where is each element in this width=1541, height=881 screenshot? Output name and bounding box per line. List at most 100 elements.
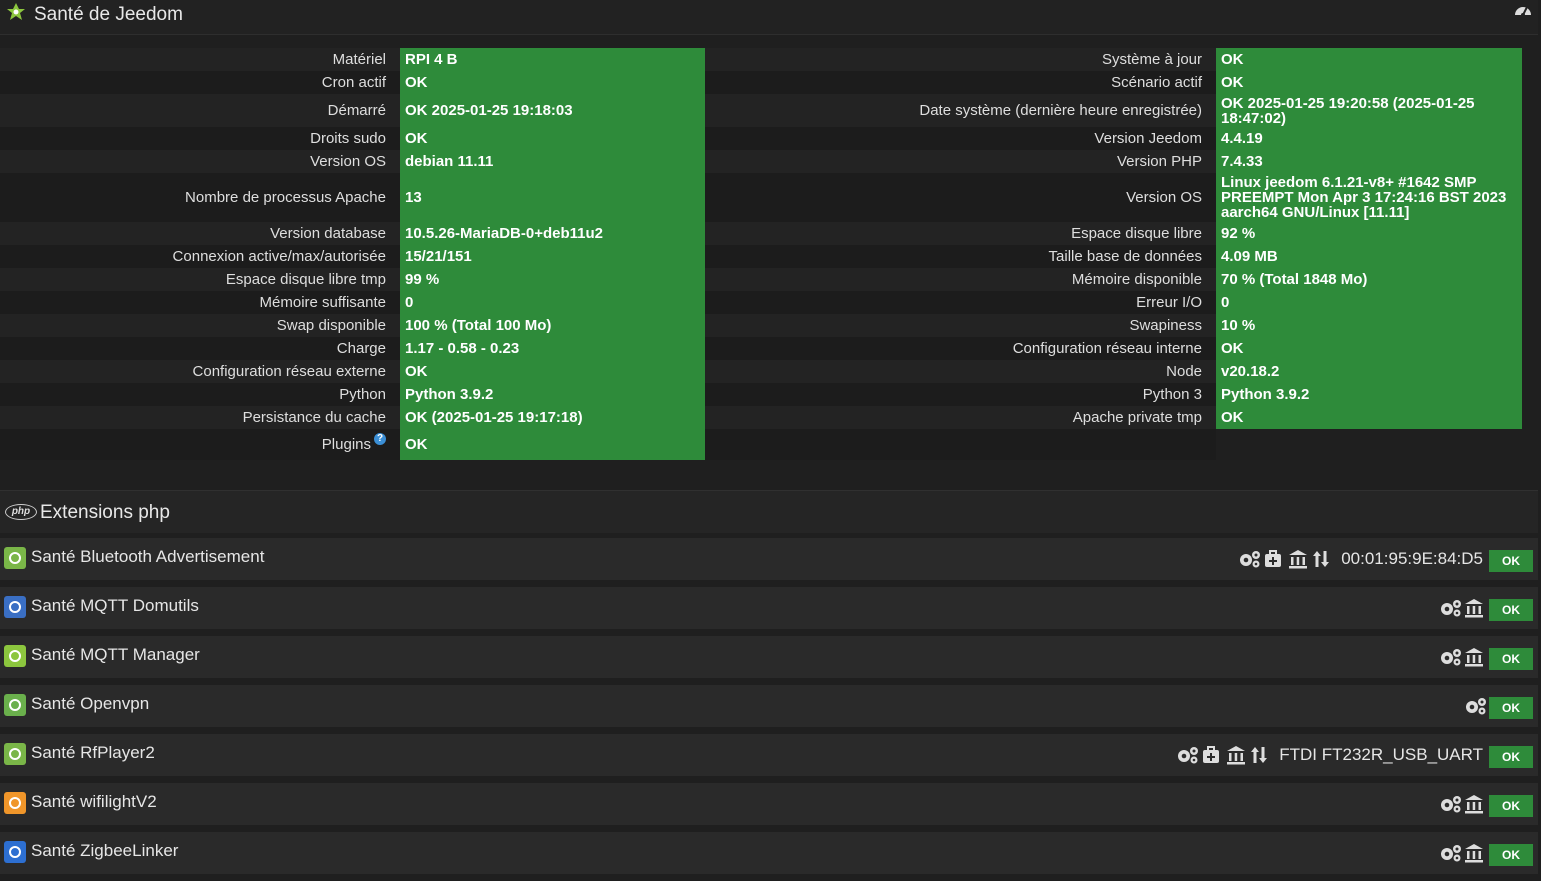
health-label: Espace disque libre tmp [0, 268, 400, 291]
health-value-text: 0 [1221, 294, 1230, 311]
health-label: Node [705, 360, 1216, 383]
health-value: debian 11.11 [400, 150, 705, 173]
plugin-name[interactable]: Santé RfPlayer2 [31, 743, 155, 763]
plugin-name[interactable]: Santé Bluetooth Advertisement [31, 547, 264, 567]
health-label: Taille base de données [705, 245, 1216, 268]
bank-icon[interactable] [1464, 843, 1486, 863]
health-value-text: 70 % (Total 1848 Mo) [1221, 271, 1368, 288]
health-value-text: Python 3.9.2 [405, 386, 494, 403]
health-label: Mémoire suffisante [0, 291, 400, 314]
plugin-row: Santé Openvpn OK [0, 685, 1538, 727]
status-badge: OK [1489, 697, 1533, 719]
health-label-text: Version PHP [1116, 153, 1202, 170]
health-value: OK [400, 429, 705, 460]
health-label-text: Configuration réseau externe [192, 363, 386, 380]
health-value: 0 [400, 291, 705, 314]
cogs-icon[interactable] [1464, 696, 1486, 716]
health-label-text: Python 3 [1142, 386, 1202, 403]
health-label: Droits sudo [0, 127, 400, 150]
plugin-name[interactable]: Santé MQTT Domutils [31, 596, 199, 616]
cogs-icon[interactable] [1439, 647, 1461, 667]
php-extensions-header: php Extensions php [0, 490, 1538, 533]
health-label: Version OS [0, 150, 400, 173]
php-logo-icon: php [5, 504, 37, 520]
health-label: Version database [0, 222, 400, 245]
health-value-text: debian 11.11 [405, 153, 494, 170]
health-label: Nombre de processus Apache [0, 173, 400, 222]
plugin-logo-icon [4, 547, 26, 569]
cogs-icon[interactable] [1439, 598, 1461, 618]
health-value: OK [400, 71, 705, 94]
health-label: Mémoire disponible [705, 268, 1216, 291]
health-value: Python 3.9.2 [1216, 383, 1522, 406]
health-label: Espace disque libre [705, 222, 1216, 245]
health-value: OK 2025-01-25 19:18:03 [400, 94, 705, 127]
health-label: Cron actif [0, 71, 400, 94]
health-value-text: OK 2025-01-25 19:20:58 (2025-01-25 18:47… [1221, 94, 1475, 127]
health-value-text: 10 % [1221, 317, 1256, 334]
health-label: Swapiness [705, 314, 1216, 337]
health-label: Swap disponible [0, 314, 400, 337]
arrows-updown-icon[interactable] [1251, 745, 1273, 765]
plugin-logo-icon [4, 645, 26, 667]
dashboard-gauge-icon[interactable] [1513, 1, 1533, 19]
health-value-text: OK [405, 436, 428, 453]
health-label: Python [0, 383, 400, 406]
health-header: Santé de Jeedom [0, 0, 1538, 35]
health-value: 15/21/151 [400, 245, 705, 268]
bank-icon[interactable] [1464, 647, 1486, 667]
bank-icon[interactable] [1464, 598, 1486, 618]
health-value: 10 % [1216, 314, 1522, 337]
plugin-status-area: 00:01:95:9E:84:D5 OK [1238, 546, 1533, 572]
plugin-name[interactable]: Santé wifilightV2 [31, 792, 157, 812]
plugin-name[interactable]: Santé ZigbeeLinker [31, 841, 178, 861]
cogs-icon[interactable] [1439, 843, 1461, 863]
plugin-name[interactable]: Santé Openvpn [31, 694, 149, 714]
health-label-text: Scénario actif [1111, 74, 1202, 91]
health-label: Connexion active/max/autorisée [0, 245, 400, 268]
health-value-text: 4.4.19 [1221, 130, 1263, 147]
medkit-icon[interactable] [1201, 745, 1223, 765]
bank-icon[interactable] [1464, 794, 1486, 814]
health-value-text: OK [1221, 51, 1244, 68]
medkit-icon[interactable] [1263, 549, 1285, 569]
health-value [1216, 429, 1522, 460]
health-label-text: Version database [270, 225, 386, 242]
cogs-icon[interactable] [1439, 794, 1461, 814]
cogs-icon[interactable] [1238, 549, 1261, 569]
health-value: Python 3.9.2 [400, 383, 705, 406]
health-label: Plugins? [0, 429, 400, 460]
health-value-text: 92 % [1221, 225, 1256, 242]
health-label-text: Démarré [327, 102, 386, 119]
health-value-text: OK 2025-01-25 19:18:03 [405, 102, 573, 119]
bank-icon[interactable] [1288, 549, 1310, 569]
plugin-row: Santé RfPlayer2 FTDI FT232R_USB_UART OK [0, 734, 1538, 776]
health-value: 100 % (Total 100 Mo) [400, 314, 705, 337]
plugin-row: Santé Bluetooth Advertisement 00:01:95:9E… [0, 538, 1538, 580]
health-value-text: OK [405, 130, 428, 147]
plugin-name[interactable]: Santé MQTT Manager [31, 645, 200, 665]
health-label-text: Node [1166, 363, 1202, 380]
health-value-text: OK [405, 363, 428, 380]
health-value: OK [1216, 48, 1522, 71]
health-label: Date système (dernière heure enregistrée… [705, 94, 1216, 127]
plugin-logo-icon [4, 743, 26, 765]
plugin-logo-icon [4, 841, 26, 863]
health-label: Configuration réseau interne [705, 337, 1216, 360]
status-badge: OK [1489, 648, 1533, 670]
health-label-text: Version OS [1126, 189, 1202, 206]
plugin-status-area: OK [1439, 791, 1533, 817]
health-label: Version Jeedom [705, 127, 1216, 150]
bank-icon[interactable] [1226, 745, 1248, 765]
health-label-text: Cron actif [321, 74, 386, 91]
plugin-row: Santé MQTT Domutils OK [0, 587, 1538, 629]
plugins-help-icon[interactable]: ? [374, 432, 386, 445]
health-value: 1.17 - 0.58 - 0.23 [400, 337, 705, 360]
jeedom-logo-icon [7, 3, 25, 20]
arrows-updown-icon[interactable] [1313, 549, 1335, 569]
health-value: OK [1216, 71, 1522, 94]
health-value: OK [1216, 337, 1522, 360]
plugin-info: 00:01:95:9E:84:D5 [1341, 549, 1483, 568]
cogs-icon[interactable] [1176, 745, 1199, 765]
health-label: Charge [0, 337, 400, 360]
